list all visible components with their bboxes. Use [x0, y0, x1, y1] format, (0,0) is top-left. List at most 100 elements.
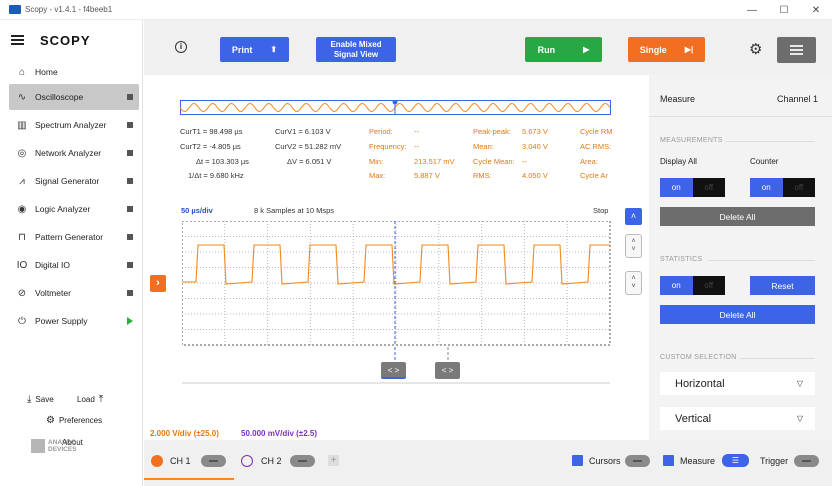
measurements-section-title: MEASUREMENTS [660, 137, 723, 144]
cur-t2-readout: CurT2 = -4.805 µs [180, 142, 241, 151]
sidebar-item-home[interactable]: ⌂ Home [9, 59, 139, 85]
samples-label: 8 k Samples at 10 Msps [254, 206, 335, 215]
oscilloscope-main: CurT1 = 98.498 µs CurT2 = -4.805 µs Δt =… [144, 75, 649, 440]
bottom-bar: CH 1 CH 2 + Cursors Measure ☰ Trigger [144, 440, 832, 486]
counter-toggle[interactable]: on off [750, 178, 815, 197]
delta-v-readout: ΔV = 6.051 V [287, 157, 332, 166]
stop-indicator-icon[interactable] [127, 234, 133, 240]
cursor-t1-handle[interactable]: < > [381, 362, 406, 379]
menu-button[interactable] [777, 37, 816, 63]
overview-waveform[interactable] [180, 100, 611, 115]
cur-v2-readout: CurV2 = 51.282 mV [275, 142, 342, 151]
cycle-mean-label: Cycle Mean: [473, 157, 515, 166]
stop-indicator-icon[interactable] [127, 94, 133, 100]
measure-settings-pill[interactable]: ☰ [722, 454, 749, 467]
chevron-right-icon: › [156, 277, 160, 289]
oscilloscope-plot[interactable] [182, 221, 612, 347]
delete-all-statistics-button[interactable]: Delete All [660, 305, 815, 324]
max-label: Max: [369, 171, 386, 180]
sidebar-item-signal-generator[interactable]: ⩘ Signal Generator [9, 168, 139, 194]
preferences-button[interactable]: ⚙ Preferences [46, 415, 102, 426]
custom-selection-section-title: CUSTOM SELECTION [660, 354, 737, 361]
display-all-toggle[interactable]: on off [660, 178, 725, 197]
reset-label: Reset [771, 280, 794, 291]
maximize-button[interactable]: ☐ [768, 0, 800, 20]
ch1-settings-pill[interactable] [201, 455, 226, 467]
print-button[interactable]: Print ⬆ [220, 37, 289, 62]
measure-label: Measure [680, 456, 716, 466]
toggle-on: on [750, 178, 783, 197]
add-channel-button[interactable]: + [328, 455, 339, 466]
toggle-off: off [692, 276, 725, 295]
analog-devices-logo-icon [31, 439, 45, 453]
toggle-off: off [782, 178, 815, 197]
acquisition-status: Stop [593, 206, 609, 215]
ch2-color-dot[interactable] [241, 455, 253, 467]
ch1-level-marker[interactable]: › [150, 275, 166, 292]
stop-indicator-icon[interactable] [127, 150, 133, 156]
delete-all-measurements-button[interactable]: Delete All [660, 207, 815, 226]
ac-rms-label: AC RMS: [580, 142, 612, 151]
stop-indicator-icon[interactable] [127, 262, 133, 268]
toggle-off: off [692, 178, 725, 197]
ch1-offset-scroll[interactable]: ˄ ˅ [625, 234, 642, 258]
cursor-t2-handle[interactable]: < > [435, 362, 460, 379]
sidebar-item-pattern-generator[interactable]: ⊓ Pattern Generator [9, 224, 139, 250]
horizontal-select[interactable]: Horizontal ▽ [660, 372, 815, 395]
measure-settings-panel: Measure Channel 1 MEASUREMENTS Display A… [649, 75, 832, 440]
cycle-area-label: Cycle Ar [580, 171, 608, 180]
scopy-logo: SCOPY [40, 32, 91, 48]
minimize-button[interactable]: — [736, 0, 768, 20]
statistics-toggle[interactable]: on off [660, 276, 725, 295]
sidebar-item-label: Network Analyzer [35, 148, 102, 158]
stop-indicator-icon[interactable] [127, 206, 133, 212]
save-button[interactable]: ⤓ Save [27, 394, 54, 405]
stop-indicator-icon[interactable] [127, 122, 133, 128]
hamburger-menu-icon[interactable] [11, 35, 24, 45]
sidebar-item-oscilloscope[interactable]: ∿ Oscilloscope [9, 84, 139, 110]
trigger-label: Trigger [760, 456, 789, 466]
sidebar-item-digital-io[interactable]: IO Digital IO [9, 252, 139, 278]
mixed-signal-label-2: Signal View [333, 49, 379, 59]
ch1-tab[interactable]: CH 1 [144, 440, 234, 480]
vertical-select[interactable]: Vertical ▽ [660, 407, 815, 430]
ch2-settings-pill[interactable] [290, 455, 315, 467]
sidebar-item-power-supply[interactable]: ⏻ Power Supply [9, 308, 139, 334]
info-icon[interactable]: i [175, 41, 187, 53]
enable-mixed-signal-view-button[interactable]: Enable Mixed Signal View [316, 37, 396, 62]
cursors-settings-pill[interactable] [625, 455, 650, 467]
sidebar-item-logic-analyzer[interactable]: ◉ Logic Analyzer [9, 196, 139, 222]
power-supply-icon: ⏻ [18, 315, 26, 327]
run-button[interactable]: Run ▶ [525, 37, 602, 62]
ch2-offset-scroll[interactable]: ˄ ˅ [625, 271, 642, 295]
single-button[interactable]: Single ▶| [628, 37, 705, 62]
sidebar-item-label: Pattern Generator [35, 232, 104, 242]
measure-checkbox[interactable] [663, 455, 674, 466]
trigger-settings-pill[interactable] [794, 455, 819, 467]
running-indicator-icon[interactable] [127, 317, 133, 325]
divider [740, 358, 815, 359]
scroll-up-button[interactable]: ˄ [625, 208, 642, 225]
ch2-scale-label: 50.000 mV/div (±2.5) [241, 429, 317, 438]
sidebar-item-network-analyzer[interactable]: ◎ Network Analyzer [9, 140, 139, 166]
reset-statistics-button[interactable]: Reset [750, 276, 815, 295]
load-button[interactable]: Load ⤒ [77, 394, 103, 405]
ch2-label[interactable]: CH 2 [261, 456, 282, 466]
voltmeter-icon: ⊘ [17, 287, 27, 299]
sidebar-item-label: Logic Analyzer [35, 204, 91, 214]
delta-t-readout: Δt = 103.303 µs [196, 157, 249, 166]
settings-gear-icon[interactable]: ⚙ [749, 40, 762, 58]
sidebar-header: SCOPY [0, 20, 142, 60]
load-icon: ⤒ [98, 394, 104, 405]
panel-channel[interactable]: Channel 1 [777, 94, 818, 104]
close-button[interactable]: ✕ [800, 0, 832, 20]
sidebar-item-voltmeter[interactable]: ⊘ Voltmeter [9, 280, 139, 306]
ch1-scale-label: 2.000 V/div (±25.0) [150, 429, 219, 438]
horizontal-select-value: Horizontal [675, 377, 725, 390]
stop-indicator-icon[interactable] [127, 290, 133, 296]
cursors-checkbox[interactable] [572, 455, 583, 466]
sidebar-item-spectrum-analyzer[interactable]: ▥ Spectrum Analyzer [9, 112, 139, 138]
chevron-down-icon: ▽ [796, 414, 803, 423]
stop-indicator-icon[interactable] [127, 178, 133, 184]
divider [649, 116, 832, 117]
